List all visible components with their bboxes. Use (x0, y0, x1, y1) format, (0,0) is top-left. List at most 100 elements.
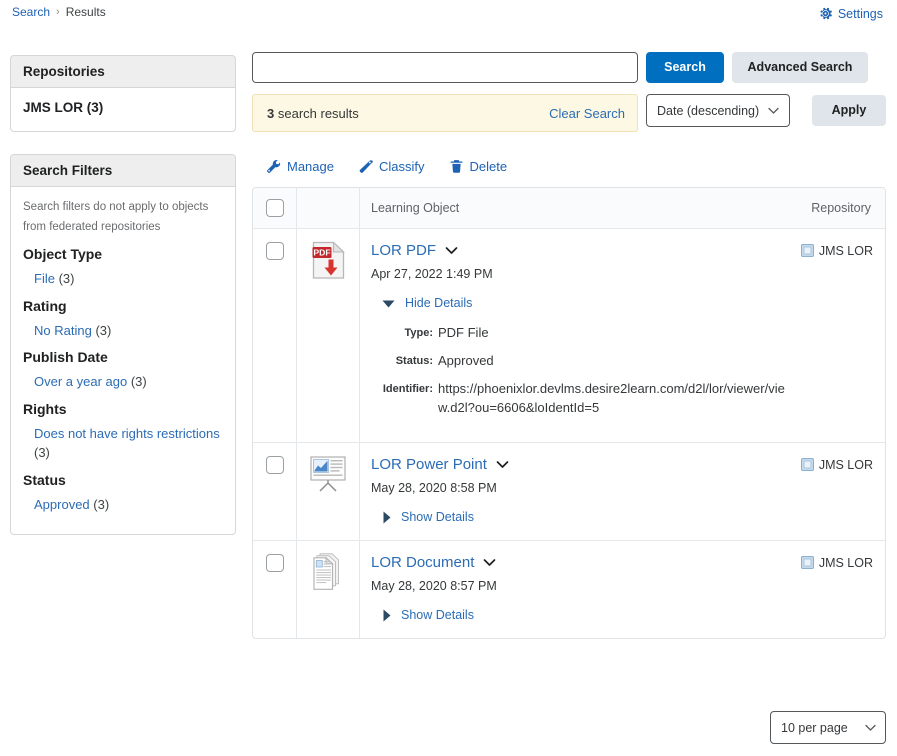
search-results-page: Search › Results Settings Repositories J… (0, 0, 897, 756)
filter-option-rights-restrictions[interactable]: Does not have rights restrictions (3) (23, 424, 223, 463)
row-primary: LOR Document May 28, 2020 8:57 PM Show D… (371, 554, 497, 622)
repositories-title: Repositories (11, 56, 235, 88)
row-checkbox[interactable] (265, 242, 284, 260)
detail-value-type: PDF File (438, 325, 489, 340)
detail-identifier: Identifier: https://phoenixlor.devlms.de… (371, 380, 873, 418)
details-toggle-label: Hide Details (405, 296, 473, 310)
hide-details-toggle[interactable]: Hide Details (371, 296, 493, 310)
per-page-select[interactable]: 10 per page (770, 711, 886, 744)
table-row: LOR Power Point May 28, 2020 8:58 PM Sho… (253, 443, 885, 542)
triangle-right-icon (382, 511, 391, 524)
filter-option-over-a-year-ago[interactable]: Over a year ago (3) (23, 372, 223, 392)
filter-option-no-rating-count: (3) (95, 322, 112, 338)
filter-option-file-link[interactable]: File (34, 271, 55, 286)
gear-icon (818, 6, 833, 21)
details-list: Type: PDF File Status: Approved Identifi… (371, 324, 873, 417)
row-content-cell: LOR Document May 28, 2020 8:57 PM Show D… (360, 541, 885, 638)
action-toolbar: Manage Classify Delete (252, 159, 886, 174)
chevron-down-icon (865, 724, 876, 732)
row-select-cell (253, 229, 297, 443)
filter-option-no-rating-link[interactable]: No Rating (34, 323, 92, 338)
row-icon-cell (297, 443, 360, 541)
learning-object-date: Apr 27, 2022 1:49 PM (371, 267, 493, 281)
show-details-toggle[interactable]: Show Details (371, 510, 509, 524)
learning-object-date: May 28, 2020 8:58 PM (371, 481, 497, 496)
sidebar: Repositories JMS LOR (3) Search Filters … (10, 55, 236, 536)
classify-label: Classify (378, 159, 425, 174)
repository-item-jms-lor[interactable]: JMS LOR (3) (23, 98, 223, 119)
repositories-body: JMS LOR (3) (11, 88, 235, 131)
row-body: LOR PDF Apr 27, 2022 1:49 PM Hide Detail… (371, 242, 873, 310)
repository-label: JMS LOR (818, 458, 873, 473)
settings-button[interactable]: Settings (818, 6, 883, 21)
document-icon (312, 553, 345, 638)
chevron-down-icon[interactable] (496, 460, 509, 469)
select-all-checkbox[interactable] (265, 199, 284, 217)
learning-object-title[interactable]: LOR PDF (371, 242, 436, 259)
filter-option-over-a-year-ago-count: (3) (130, 374, 147, 390)
row-icon-cell (297, 541, 360, 639)
row-body: LOR Power Point May 28, 2020 8:58 PM Sho… (371, 456, 873, 524)
column-header-learning-object: Learning Object (371, 201, 460, 215)
select-all-cell (253, 188, 297, 228)
header-labels-cell: Learning Object Repository (360, 188, 885, 228)
search-filters-note: Search filters do not apply to objects f… (23, 201, 209, 234)
filter-group-object-type: Object Type (23, 246, 103, 263)
filter-option-rights-restrictions-link[interactable]: Does not have rights restrictions (34, 426, 220, 441)
results-count-text: 3 search results (267, 106, 359, 121)
table-row: PDF LOR PDF Apr 27, 2022 1:49 PM Hide De… (253, 229, 885, 444)
classify-button[interactable]: Classify (358, 159, 425, 174)
pdf-file-icon: PDF (312, 241, 345, 442)
row-icon-cell: PDF (297, 229, 360, 443)
filter-group-rating: Rating (23, 297, 67, 314)
filter-option-file[interactable]: File (3) (23, 269, 223, 289)
sort-select-value: Date (descending) (657, 103, 760, 118)
filter-option-approved-link[interactable]: Approved (34, 497, 90, 512)
row-checkbox[interactable] (265, 554, 284, 573)
delete-button[interactable]: Delete (449, 159, 508, 174)
show-details-toggle[interactable]: Show Details (371, 608, 497, 622)
learning-object-title[interactable]: LOR Document (371, 554, 474, 571)
breadcrumb-link-search[interactable]: Search (12, 5, 50, 19)
presentation-icon (310, 455, 346, 540)
detail-value-status: Approved (438, 352, 494, 368)
header-icon-cell (297, 188, 360, 228)
details-toggle-label: Show Details (401, 608, 474, 623)
results-table: Learning Object Repository PDF LOR PDF A… (252, 187, 886, 640)
details-toggle-label: Show Details (401, 510, 474, 525)
row-primary: LOR PDF Apr 27, 2022 1:49 PM Hide Detail… (371, 242, 493, 310)
advanced-search-button[interactable]: Advanced Search (732, 52, 868, 83)
tag-icon (358, 159, 373, 174)
filter-option-approved[interactable]: Approved (3) (23, 495, 223, 515)
triangle-right-icon (382, 609, 391, 622)
row-checkbox[interactable] (265, 456, 284, 475)
filter-group-status: Status (23, 471, 66, 488)
row-content-cell: LOR Power Point May 28, 2020 8:58 PM Sho… (360, 443, 885, 540)
chevron-down-icon[interactable] (445, 246, 458, 255)
row-content-cell: LOR PDF Apr 27, 2022 1:49 PM Hide Detail… (360, 229, 885, 442)
sort-select[interactable]: Date (descending) (646, 94, 790, 127)
results-label-text: search results (277, 105, 359, 121)
detail-label-type: Type: (404, 327, 433, 339)
search-button[interactable]: Search (646, 52, 724, 83)
results-summary-bar: 3 search results Clear Search Date (desc… (252, 94, 886, 132)
learning-object-title[interactable]: LOR Power Point (371, 456, 487, 473)
delete-label: Delete (469, 159, 508, 174)
breadcrumb: Search › Results (12, 5, 106, 19)
manage-button[interactable]: Manage (266, 159, 334, 174)
filter-option-over-a-year-ago-link[interactable]: Over a year ago (34, 374, 127, 389)
chevron-down-icon[interactable] (483, 558, 496, 567)
manage-label: Manage (287, 159, 334, 174)
filter-option-no-rating[interactable]: No Rating (3) (23, 321, 223, 341)
breadcrumb-separator: › (56, 6, 60, 18)
filter-group-rights: Rights (23, 400, 67, 417)
search-filters-body: Search filters do not apply to objects f… (11, 187, 235, 534)
chevron-down-icon (768, 107, 779, 115)
results-banner: 3 search results Clear Search (252, 94, 638, 132)
clear-search-link[interactable]: Clear Search (549, 106, 625, 121)
repository-label: JMS LOR (818, 244, 873, 258)
apply-button[interactable]: Apply (811, 95, 886, 126)
search-input[interactable] (252, 52, 638, 83)
repository-label: JMS LOR (818, 556, 873, 571)
repositories-panel: Repositories JMS LOR (3) (10, 55, 236, 132)
